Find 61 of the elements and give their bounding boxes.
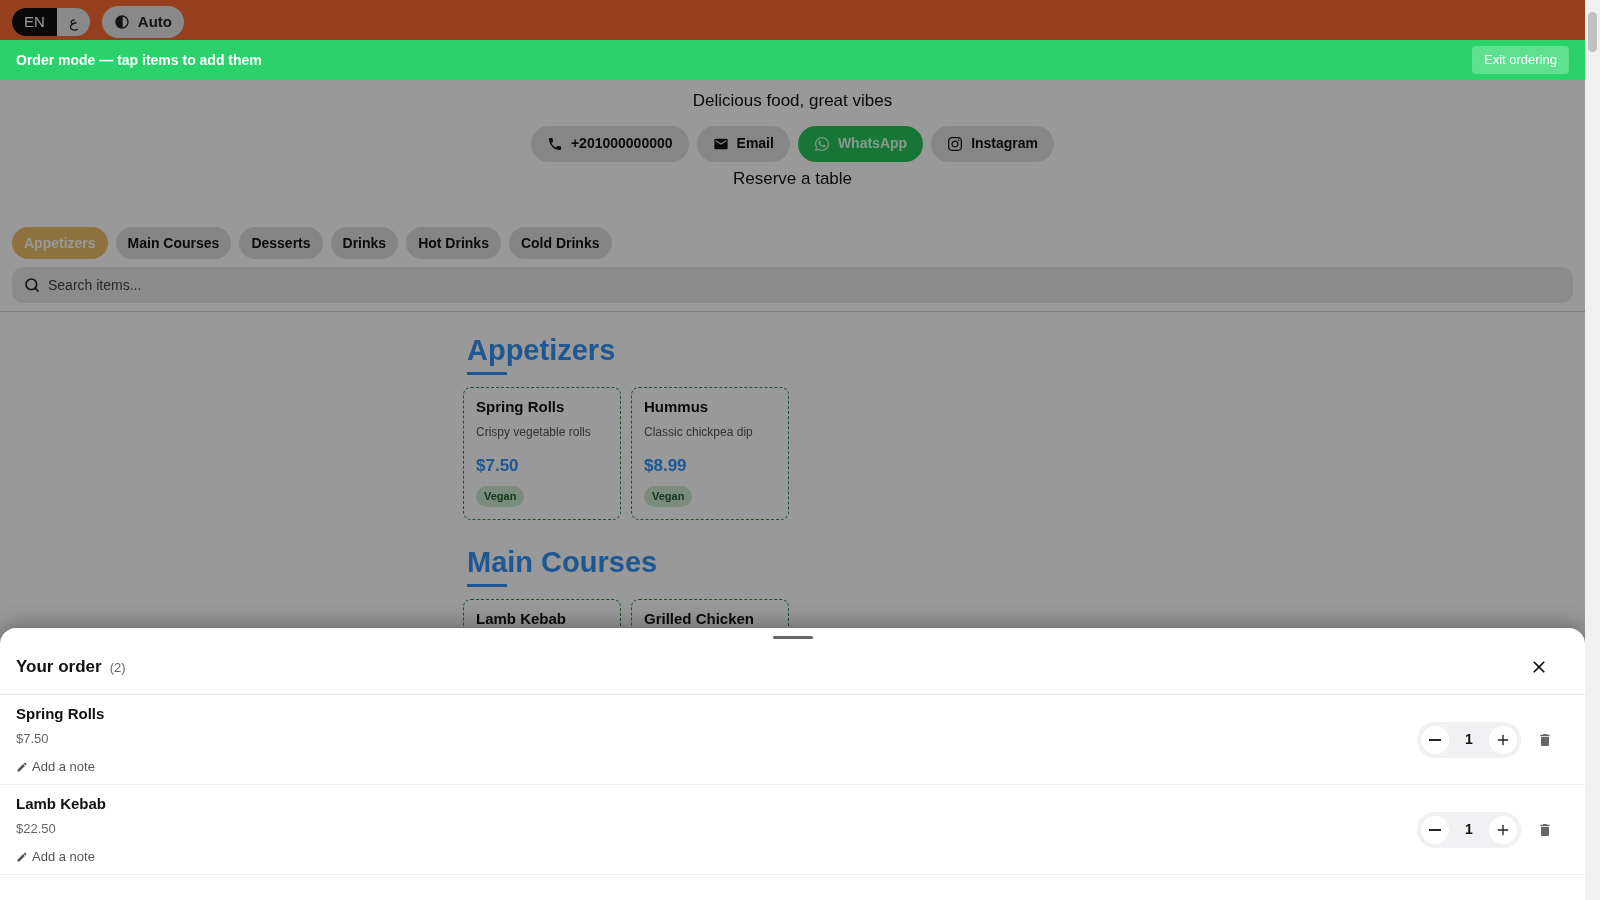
item-name: Hummus	[644, 397, 710, 418]
theme-button[interactable]: Auto	[101, 6, 184, 38]
minus-icon	[1429, 738, 1441, 741]
quantity-value: 1	[1464, 820, 1474, 839]
order-item-price: $22.50	[16, 820, 57, 839]
trash-icon	[1537, 821, 1553, 838]
language-option[interactable]: EN	[12, 8, 57, 36]
item-description: Crispy vegetable rolls	[476, 423, 592, 441]
order-item-price: $7.50	[16, 730, 50, 749]
delete-button[interactable]	[1537, 821, 1553, 838]
search-field[interactable]: Search items...	[12, 267, 1573, 303]
quantity-value: 1	[1464, 730, 1474, 749]
title-underline	[467, 372, 507, 376]
tagline: Delicious food, great vibes	[692, 90, 893, 112]
item-tag: Vegan	[644, 486, 693, 507]
order-item-name: Spring Rolls	[16, 703, 105, 724]
category-tab[interactable]: Desserts	[239, 227, 323, 259]
item-price: $8.99	[644, 454, 688, 477]
scrollbar[interactable]	[1585, 0, 1600, 900]
contact-button[interactable]: Instagram	[931, 125, 1055, 162]
pencil-icon	[16, 850, 28, 863]
instagram-icon	[947, 135, 964, 152]
menu-item-card[interactable]: Hummus Classic chickpea dip $8.99 Vegan	[631, 387, 789, 520]
increase-button[interactable]	[1489, 725, 1517, 754]
order-item-name: Lamb Kebab	[16, 793, 106, 814]
category-tab[interactable]: Hot Drinks	[406, 227, 501, 259]
sheet-title: Your order	[16, 655, 102, 678]
whatsapp-icon	[813, 135, 830, 152]
item-name: Lamb Kebab	[476, 609, 567, 629]
increase-button[interactable]	[1489, 815, 1517, 844]
delete-button[interactable]	[1537, 731, 1553, 748]
decrease-button[interactable]	[1421, 725, 1449, 754]
contrast-icon	[113, 14, 130, 30]
banner-text: Order mode — tap items to add them	[16, 50, 262, 70]
item-tag: Vegan	[476, 486, 525, 507]
section-title: Appetizers	[467, 333, 617, 368]
order-count: (2)	[109, 658, 126, 677]
pencil-icon	[16, 760, 28, 773]
minus-icon	[1429, 828, 1441, 831]
item-description: Classic chickpea dip	[644, 423, 754, 441]
category-tab[interactable]: Main Courses	[115, 227, 232, 259]
trash-icon	[1537, 731, 1553, 748]
search-icon	[24, 277, 40, 293]
title-underline	[467, 584, 507, 587]
decrease-button[interactable]	[1421, 815, 1449, 844]
phone-icon	[546, 135, 563, 152]
category-tab[interactable]: Cold Drinks	[508, 227, 612, 259]
category-tab[interactable]: Drinks	[330, 227, 399, 259]
section-title: Main Courses	[467, 544, 659, 580]
item-price: $7.50	[476, 454, 520, 477]
menu-item-card[interactable]: Spring Rolls Crispy vegetable rolls $7.50 Vegan	[463, 387, 621, 520]
item-name: Grilled Chicken	[644, 609, 756, 629]
add-note-link[interactable]: Add a note	[16, 846, 106, 867]
language-option[interactable]: ع	[56, 8, 90, 36]
reserve-link[interactable]: Reserve a table	[732, 165, 853, 191]
add-note-link[interactable]: Add a note	[16, 756, 105, 777]
contact-button[interactable]: +201000000000	[530, 125, 689, 162]
item-name: Spring Rolls	[476, 397, 566, 418]
contact-button[interactable]: Email	[696, 125, 790, 162]
drag-handle[interactable]	[772, 636, 813, 639]
search-input[interactable]: Search items...	[48, 274, 1561, 296]
